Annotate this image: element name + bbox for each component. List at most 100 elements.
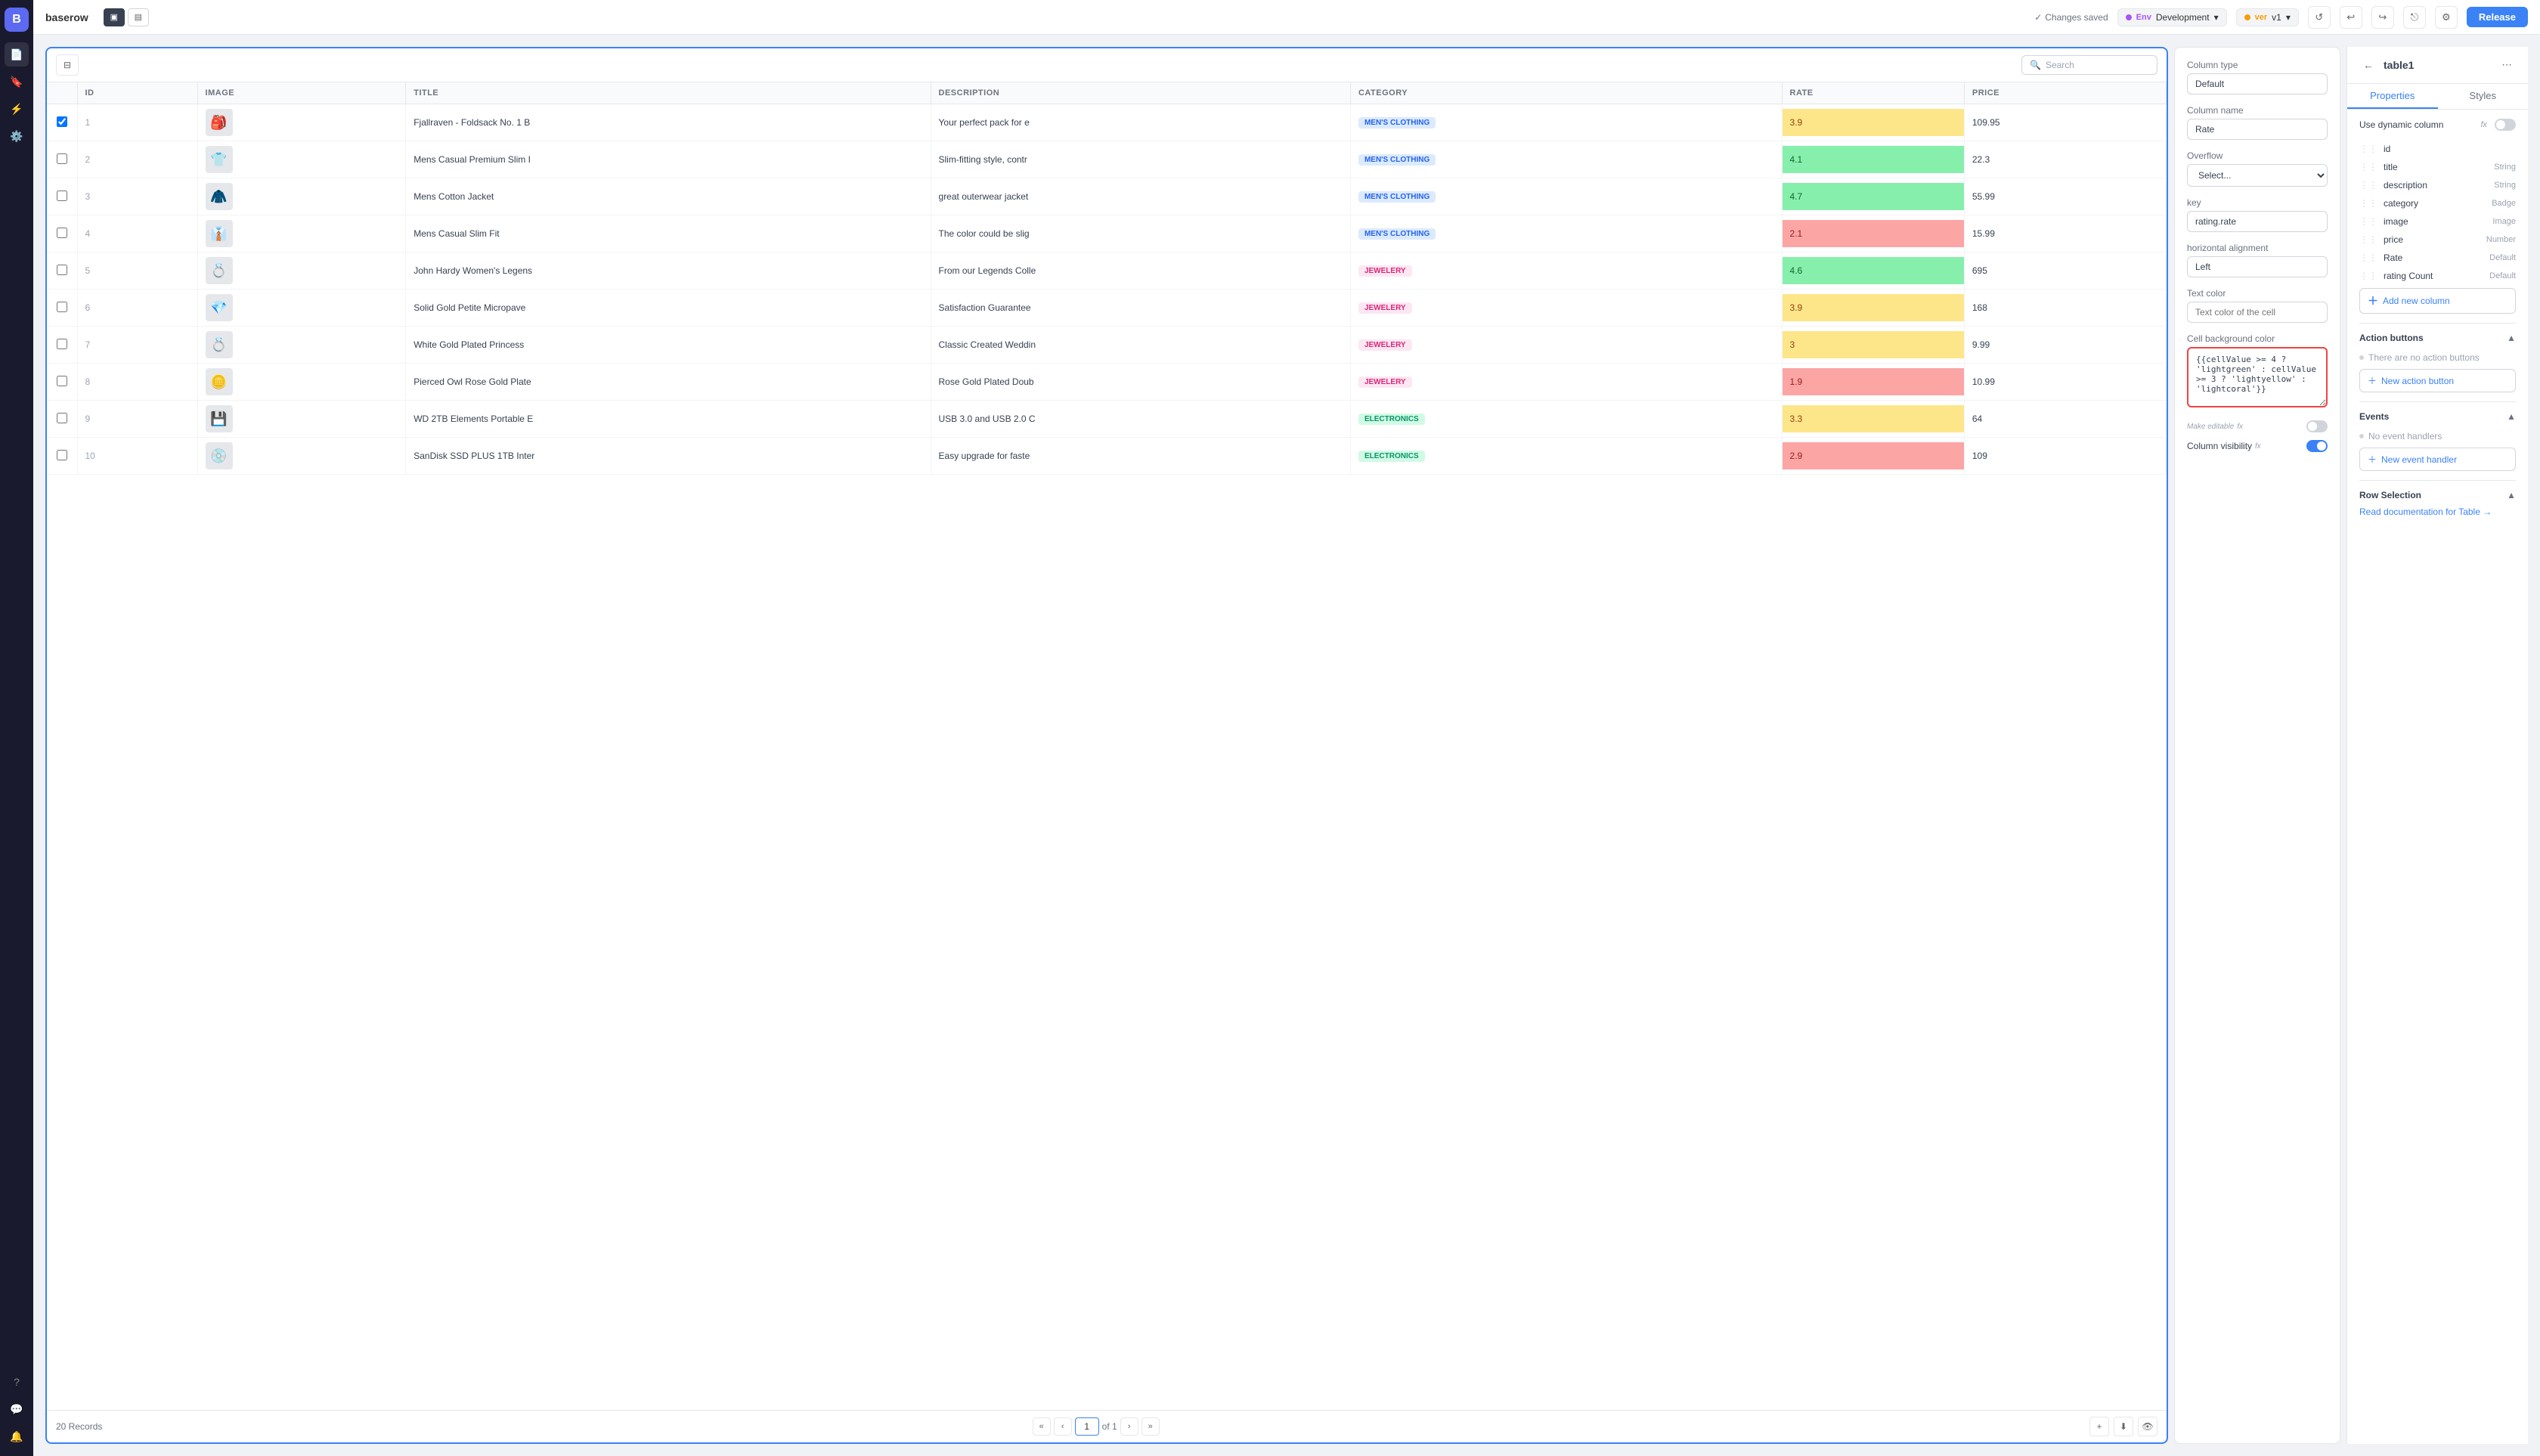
view-mobile-button[interactable]: ▤ — [128, 8, 149, 26]
cell-description: Easy upgrade for faste — [931, 438, 1350, 475]
new-action-plus-icon: ＋ — [2368, 374, 2377, 387]
cell-price: 9.99 — [1964, 327, 2166, 364]
overflow-field: Overflow Select... — [2187, 150, 2328, 187]
field-row[interactable]: ⋮⋮ image Image — [2359, 212, 2516, 231]
fx-badge-visibility: fx — [2255, 442, 2261, 451]
text-color-input[interactable] — [2187, 302, 2328, 323]
table-row: 9 💾 WD 2TB Elements Portable E USB 3.0 a… — [47, 401, 2167, 438]
nav-icon-settings[interactable]: ⚙️ — [5, 124, 29, 148]
add-column-label: Add new column — [2383, 296, 2450, 306]
env-badge[interactable]: Env Development ▾ — [2117, 8, 2227, 26]
row-selection-collapse[interactable]: ▲ — [2507, 490, 2516, 500]
page-first-button[interactable]: « — [1033, 1417, 1051, 1436]
cell-checkbox[interactable] — [47, 401, 77, 438]
share-button[interactable]: ⎋ — [2403, 6, 2426, 29]
panel-back-button[interactable]: ← — [2359, 56, 2377, 74]
add-column-button[interactable]: ＋ Add new column — [2359, 288, 2516, 314]
nav-icon-help[interactable]: ? — [5, 1370, 29, 1394]
field-row[interactable]: ⋮⋮ id — [2359, 140, 2516, 158]
cell-price: 15.99 — [1964, 215, 2166, 252]
page-prev-button[interactable]: ‹ — [1054, 1417, 1072, 1436]
cell-checkbox[interactable] — [47, 290, 77, 327]
nav-icon-chat[interactable]: 💬 — [5, 1397, 29, 1421]
alignment-input[interactable] — [2187, 256, 2328, 277]
nav-icon-bell[interactable]: 🔔 — [5, 1424, 29, 1448]
app-logo[interactable]: B — [5, 8, 29, 32]
nav-icon-pages[interactable]: 📄 — [5, 42, 29, 67]
footer-download-button[interactable]: ⬇ — [2114, 1417, 2133, 1436]
save-check-icon: ✓ — [2034, 12, 2042, 23]
refresh-button[interactable]: ↺ — [2308, 6, 2331, 29]
events-collapse[interactable]: ▲ — [2507, 411, 2516, 422]
tab-styles[interactable]: Styles — [2438, 84, 2529, 109]
cell-category: MEN'S CLOTHING — [1350, 104, 1782, 141]
column-type-field: Column type — [2187, 60, 2328, 94]
cell-title: Pierced Owl Rose Gold Plate — [406, 364, 931, 401]
release-button[interactable]: Release — [2467, 7, 2528, 27]
table-wrapper[interactable]: ID IMAGE TITLE DESCRIPTION CATEGORY RATE… — [47, 82, 2167, 1410]
cell-title: Mens Cotton Jacket — [406, 178, 931, 215]
column-type-label: Column type — [2187, 60, 2328, 70]
use-dynamic-label: Use dynamic column — [2359, 119, 2443, 130]
make-editable-toggle[interactable] — [2306, 420, 2328, 432]
field-row[interactable]: ⋮⋮ Rate Default — [2359, 249, 2516, 267]
nav-icon-lightning[interactable]: ⚡ — [5, 97, 29, 121]
cell-category: ELECTRONICS — [1350, 401, 1782, 438]
field-type: Image — [2492, 217, 2516, 226]
doc-link[interactable]: Read documentation for Table → — [2359, 507, 2516, 517]
new-action-button[interactable]: ＋ New action button — [2359, 369, 2516, 392]
cell-checkbox[interactable] — [47, 364, 77, 401]
cell-category: JEWELERY — [1350, 364, 1782, 401]
field-row[interactable]: ⋮⋮ price Number — [2359, 231, 2516, 249]
action-buttons-collapse[interactable]: ▲ — [2507, 333, 2516, 343]
cell-description: Rose Gold Plated Doub — [931, 364, 1350, 401]
left-sidebar: B 📄 🔖 ⚡ ⚙️ ? 💬 🔔 — [0, 0, 33, 1456]
filter-button[interactable]: ⊟ — [56, 54, 79, 76]
topbar: baserow ▣ ▤ ✓ Changes saved Env Developm… — [33, 0, 2540, 35]
panel-more-button[interactable]: ⋯ — [2498, 56, 2516, 74]
view-desktop-button[interactable]: ▣ — [104, 8, 125, 26]
cell-checkbox[interactable] — [47, 215, 77, 252]
dynamic-toggle[interactable] — [2495, 119, 2516, 131]
column-type-input[interactable] — [2187, 73, 2328, 94]
field-row[interactable]: ⋮⋮ rating Count Default — [2359, 267, 2516, 285]
field-row[interactable]: ⋮⋮ category Badge — [2359, 194, 2516, 212]
page-total: of 1 — [1102, 1421, 1117, 1432]
page-last-button[interactable]: » — [1141, 1417, 1160, 1436]
cell-title: WD 2TB Elements Portable E — [406, 401, 931, 438]
cell-bg-label: Cell background color — [2187, 333, 2328, 344]
ver-badge[interactable]: ver v1 ▾ — [2236, 8, 2299, 26]
footer-eye-button[interactable]: 👁 — [2138, 1417, 2157, 1436]
cell-checkbox[interactable] — [47, 141, 77, 178]
cell-checkbox[interactable] — [47, 252, 77, 290]
redo-button[interactable]: ↪ — [2371, 6, 2394, 29]
field-row[interactable]: ⋮⋮ description String — [2359, 176, 2516, 194]
footer-plus-button[interactable]: + — [2089, 1417, 2109, 1436]
page-next-button[interactable]: › — [1120, 1417, 1138, 1436]
alignment-label: horizontal alignment — [2187, 243, 2328, 253]
column-name-input[interactable] — [2187, 119, 2328, 140]
ver-label: ver — [2255, 13, 2268, 22]
drag-handle-icon: ⋮⋮ — [2359, 144, 2377, 154]
cell-rate: 4.1 — [1782, 141, 1964, 178]
cell-checkbox[interactable] — [47, 178, 77, 215]
page-input[interactable] — [1075, 1417, 1099, 1436]
cell-rate: 1.9 — [1782, 364, 1964, 401]
undo-button[interactable]: ↩ — [2340, 6, 2362, 29]
overflow-select[interactable]: Select... — [2187, 164, 2328, 187]
key-input[interactable] — [2187, 211, 2328, 232]
cell-checkbox[interactable] — [47, 438, 77, 475]
nav-icon-bookmarks[interactable]: 🔖 — [5, 70, 29, 94]
tab-properties[interactable]: Properties — [2347, 84, 2438, 109]
cell-image: 💍 — [197, 252, 406, 290]
new-event-button[interactable]: ＋ New event handler — [2359, 448, 2516, 471]
field-row[interactable]: ⋮⋮ title String — [2359, 158, 2516, 176]
no-event-handlers: No event handlers — [2359, 428, 2516, 445]
col-checkbox — [47, 82, 77, 104]
cell-checkbox[interactable] — [47, 327, 77, 364]
column-visibility-toggle[interactable] — [2306, 440, 2328, 452]
no-action-buttons: There are no action buttons — [2359, 349, 2516, 366]
cell-checkbox[interactable] — [47, 104, 77, 141]
settings-button[interactable]: ⚙ — [2435, 6, 2458, 29]
cell-bg-textarea[interactable]: {{cellValue >= 4 ? 'lightgreen' : cellVa… — [2187, 347, 2328, 407]
